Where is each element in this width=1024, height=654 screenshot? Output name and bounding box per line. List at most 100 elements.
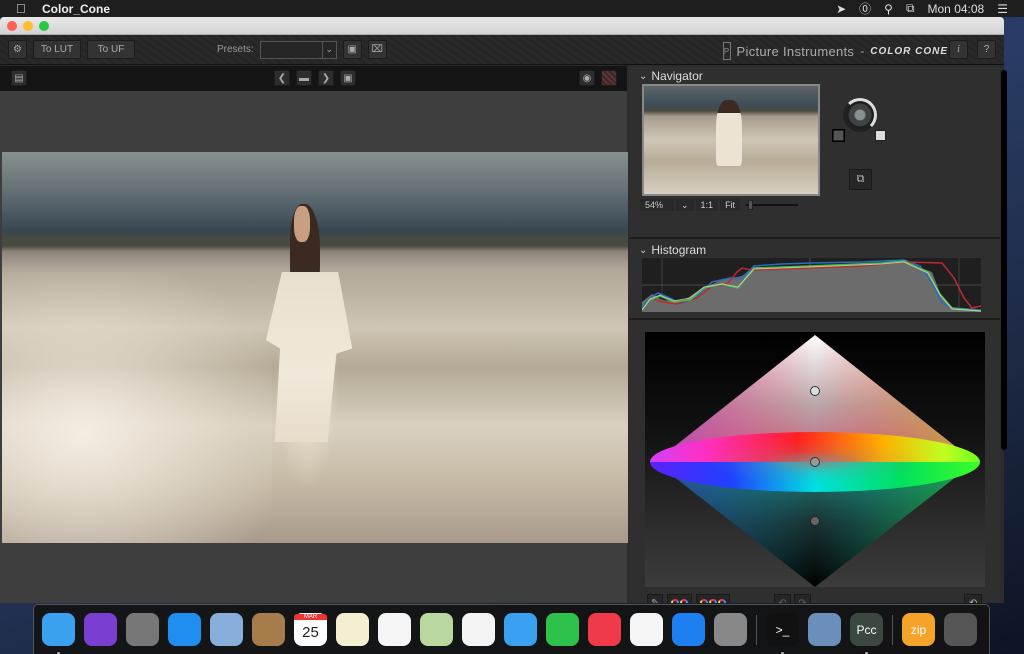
intensity-dial[interactable] bbox=[843, 98, 877, 132]
presets-dropdown[interactable]: ⌄ bbox=[259, 40, 337, 59]
histogram-chart bbox=[641, 258, 982, 312]
to-lut-button[interactable]: To LUT bbox=[33, 40, 81, 59]
chevron-left-icon: ❮ bbox=[277, 72, 287, 84]
delete-preset-button[interactable]: ⌧ bbox=[367, 40, 387, 59]
previous-image-button[interactable]: ❮ bbox=[274, 70, 290, 86]
window-titlebar[interactable] bbox=[0, 17, 1004, 35]
help-button[interactable]: ? bbox=[977, 40, 996, 59]
compare-view-button[interactable]: ⧉ bbox=[849, 169, 872, 190]
undo-button[interactable]: ↶ bbox=[774, 594, 791, 603]
apple-menu-icon[interactable]:  bbox=[16, 1, 30, 16]
close-window-button[interactable] bbox=[7, 20, 17, 31]
status-area: ➤ ⓪ ⚲ ⧉ Mon 04:08 ☰ bbox=[836, 0, 1008, 17]
dock-app-reminders[interactable] bbox=[378, 613, 411, 646]
spotlight-search-icon[interactable]: ⚲ bbox=[884, 2, 893, 16]
dock-app-launchpad[interactable] bbox=[126, 613, 159, 646]
dock-app-notes[interactable] bbox=[336, 613, 369, 646]
panel-divider bbox=[629, 237, 1000, 239]
dock-app-terminal[interactable]: >_ bbox=[766, 613, 799, 654]
save-preset-button[interactable]: ▣ bbox=[342, 40, 362, 59]
preview-toggle-button[interactable]: ◉ bbox=[579, 70, 595, 86]
dock-app-safari[interactable] bbox=[168, 613, 201, 646]
navigator-header[interactable]: ⌄ Navigator bbox=[639, 69, 703, 83]
menubar-clock[interactable]: Mon 04:08 bbox=[928, 2, 985, 16]
location-icon[interactable]: ➤ bbox=[836, 2, 846, 16]
chevron-down-icon[interactable]: ⌄ bbox=[321, 41, 336, 58]
to-uf-button[interactable]: To UF bbox=[87, 40, 135, 59]
color-cone-icon-label: Pcc bbox=[856, 622, 877, 637]
dock-app-mail[interactable] bbox=[210, 613, 243, 646]
midtones-control-point[interactable] bbox=[810, 457, 820, 467]
collapse-chevron-icon: ⌄ bbox=[639, 244, 648, 256]
dock-app-maps[interactable] bbox=[420, 613, 453, 646]
picture-instruments-logo-icon: P bbox=[722, 42, 731, 60]
app-menu-name[interactable]: Color_Cone bbox=[42, 2, 110, 16]
color-ring-icon bbox=[709, 599, 718, 603]
color-cone-editor[interactable] bbox=[645, 332, 985, 587]
dock-app-color-cone[interactable]: Pcc bbox=[850, 613, 883, 654]
downloads-zip-icon-label: zip bbox=[910, 622, 927, 637]
color-cone-svg[interactable] bbox=[645, 332, 985, 587]
three-ring-mode-button[interactable] bbox=[696, 594, 731, 603]
clipping-warning-button[interactable] bbox=[601, 70, 617, 86]
clipboard-button[interactable]: ▤ bbox=[11, 70, 27, 86]
settings-button[interactable]: ⚙ bbox=[8, 40, 27, 59]
calendar-icon-label: 25 bbox=[302, 624, 319, 641]
display-mirroring-icon[interactable]: ⧉ bbox=[906, 1, 915, 16]
histogram-title: Histogram bbox=[651, 243, 707, 257]
dock-app-finder[interactable] bbox=[42, 613, 75, 654]
photo-subject bbox=[264, 204, 354, 444]
image-viewer[interactable] bbox=[0, 91, 628, 603]
histogram-header[interactable]: ⌄ Histogram bbox=[639, 243, 706, 257]
dock-app-preview[interactable] bbox=[808, 613, 841, 646]
color-ring-icon bbox=[680, 599, 689, 603]
info-button[interactable]: i bbox=[949, 40, 968, 59]
terminal-icon-label: >_ bbox=[775, 622, 790, 637]
navigator-thumbnail[interactable] bbox=[642, 84, 820, 196]
zoom-fit-button[interactable]: Fit bbox=[720, 199, 741, 211]
dock-app-siri[interactable] bbox=[84, 613, 117, 646]
panel-scrollbar[interactable] bbox=[1001, 70, 1007, 450]
open-folder-button[interactable]: ▬ bbox=[296, 70, 312, 86]
brand-dash: - bbox=[860, 44, 865, 58]
highlights-control-point[interactable] bbox=[810, 386, 820, 396]
dock-app-itunes[interactable] bbox=[630, 613, 663, 646]
dock-app-calendar[interactable]: MAR 25 bbox=[294, 613, 327, 646]
dock-app-app-store[interactable] bbox=[672, 613, 705, 646]
navigator-subject bbox=[716, 100, 742, 166]
redo-button[interactable]: ↷ bbox=[794, 594, 811, 603]
password-manager-icon[interactable]: ⓪ bbox=[859, 0, 871, 17]
next-image-button[interactable]: ❯ bbox=[318, 70, 334, 86]
eyedropper-icon: ✎ bbox=[651, 597, 660, 604]
two-ring-mode-button[interactable] bbox=[667, 594, 693, 603]
shadows-control-point[interactable] bbox=[810, 516, 820, 526]
dock-app-contacts[interactable] bbox=[252, 613, 285, 646]
zoom-dropdown[interactable]: ⌄ bbox=[676, 199, 694, 211]
eyedropper-button[interactable]: ✎ bbox=[647, 594, 664, 604]
reset-button[interactable]: ⟲ bbox=[964, 594, 982, 603]
light-background-swatch[interactable] bbox=[875, 130, 886, 141]
eye-icon: ◉ bbox=[582, 72, 592, 84]
dock-app-system-preferences[interactable] bbox=[714, 613, 747, 646]
photo-preview[interactable] bbox=[2, 152, 628, 543]
notification-center-icon[interactable]: ☰ bbox=[997, 2, 1008, 16]
fullscreen-window-button[interactable] bbox=[39, 20, 49, 31]
app-window: ⚙ To LUT To UF Presets: ⌄ ▣ ⌧ P Picture … bbox=[0, 17, 1004, 603]
dark-background-swatch[interactable] bbox=[832, 129, 845, 142]
calendar-month-label: MAR bbox=[294, 614, 327, 620]
zoom-level[interactable]: 54% bbox=[640, 199, 674, 211]
product-name: COLOR CONE bbox=[870, 45, 948, 57]
photo-subject-dress bbox=[266, 272, 353, 442]
zoom-slider[interactable] bbox=[746, 200, 799, 210]
photo-wave bbox=[2, 272, 272, 543]
dock-app-trash[interactable] bbox=[944, 613, 977, 646]
dock-app-news[interactable] bbox=[588, 613, 621, 646]
dock-app-messages[interactable] bbox=[504, 613, 537, 646]
dock-app-photos[interactable] bbox=[462, 613, 495, 646]
zoom-slider-knob[interactable] bbox=[748, 200, 754, 210]
minimize-window-button[interactable] bbox=[23, 20, 33, 31]
dock-app-facetime[interactable] bbox=[546, 613, 579, 646]
save-image-button[interactable]: ▣ bbox=[340, 70, 356, 86]
dock-app-downloads-zip[interactable]: zip bbox=[902, 613, 935, 646]
zoom-1-1-button[interactable]: 1:1 bbox=[695, 199, 719, 211]
